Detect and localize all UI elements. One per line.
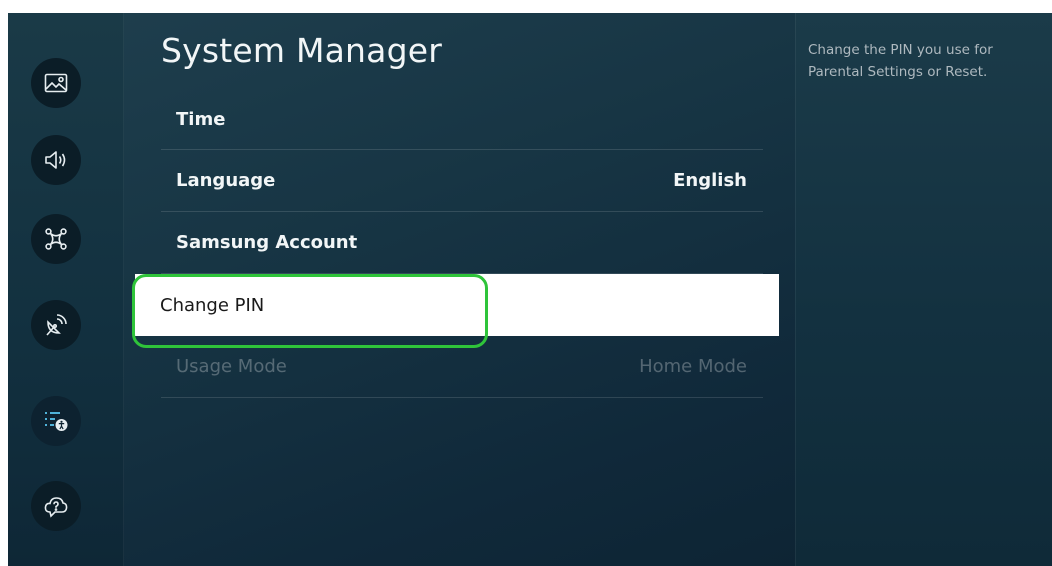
settings-menu: Time Language English Samsung Account Ch… xyxy=(135,97,779,398)
category-sidebar xyxy=(8,13,124,566)
general-category-button[interactable] xyxy=(31,396,81,446)
general-icon xyxy=(45,412,68,431)
menu-item-label: Usage Mode xyxy=(176,356,287,377)
broadcasting-category-button[interactable] xyxy=(31,300,81,350)
sound-category-button[interactable] xyxy=(31,135,81,185)
menu-item-change-pin[interactable]: Change PIN xyxy=(135,274,779,336)
menu-item-samsung-account[interactable]: Samsung Account xyxy=(161,212,763,274)
help-panel: Change the PIN you use for Parental Sett… xyxy=(795,13,1052,566)
menu-item-value: English xyxy=(673,170,747,191)
connection-icon xyxy=(45,228,67,250)
help-description: Change the PIN you use for Parental Sett… xyxy=(808,42,993,80)
menu-item-usage-mode: Usage Mode Home Mode xyxy=(161,336,763,398)
menu-item-time[interactable]: Time xyxy=(161,89,763,150)
picture-icon xyxy=(44,73,68,93)
page-title: System Manager xyxy=(161,31,442,70)
menu-item-label: Change PIN xyxy=(160,294,265,316)
sound-icon xyxy=(45,151,66,169)
menu-item-value: Home Mode xyxy=(639,356,747,377)
tv-settings-screen: System Manager Time Language English Sam… xyxy=(8,13,1052,566)
support-category-button[interactable] xyxy=(31,481,81,531)
support-icon xyxy=(44,497,68,518)
broadcasting-icon xyxy=(46,314,67,336)
picture-category-button[interactable] xyxy=(31,58,81,108)
menu-item-label: Samsung Account xyxy=(176,232,358,253)
menu-item-label: Time xyxy=(176,108,226,130)
settings-main-panel: System Manager Time Language English Sam… xyxy=(123,13,795,566)
connection-category-button[interactable] xyxy=(31,214,81,264)
menu-item-label: Language xyxy=(176,170,276,191)
menu-item-language[interactable]: Language English xyxy=(161,150,763,212)
